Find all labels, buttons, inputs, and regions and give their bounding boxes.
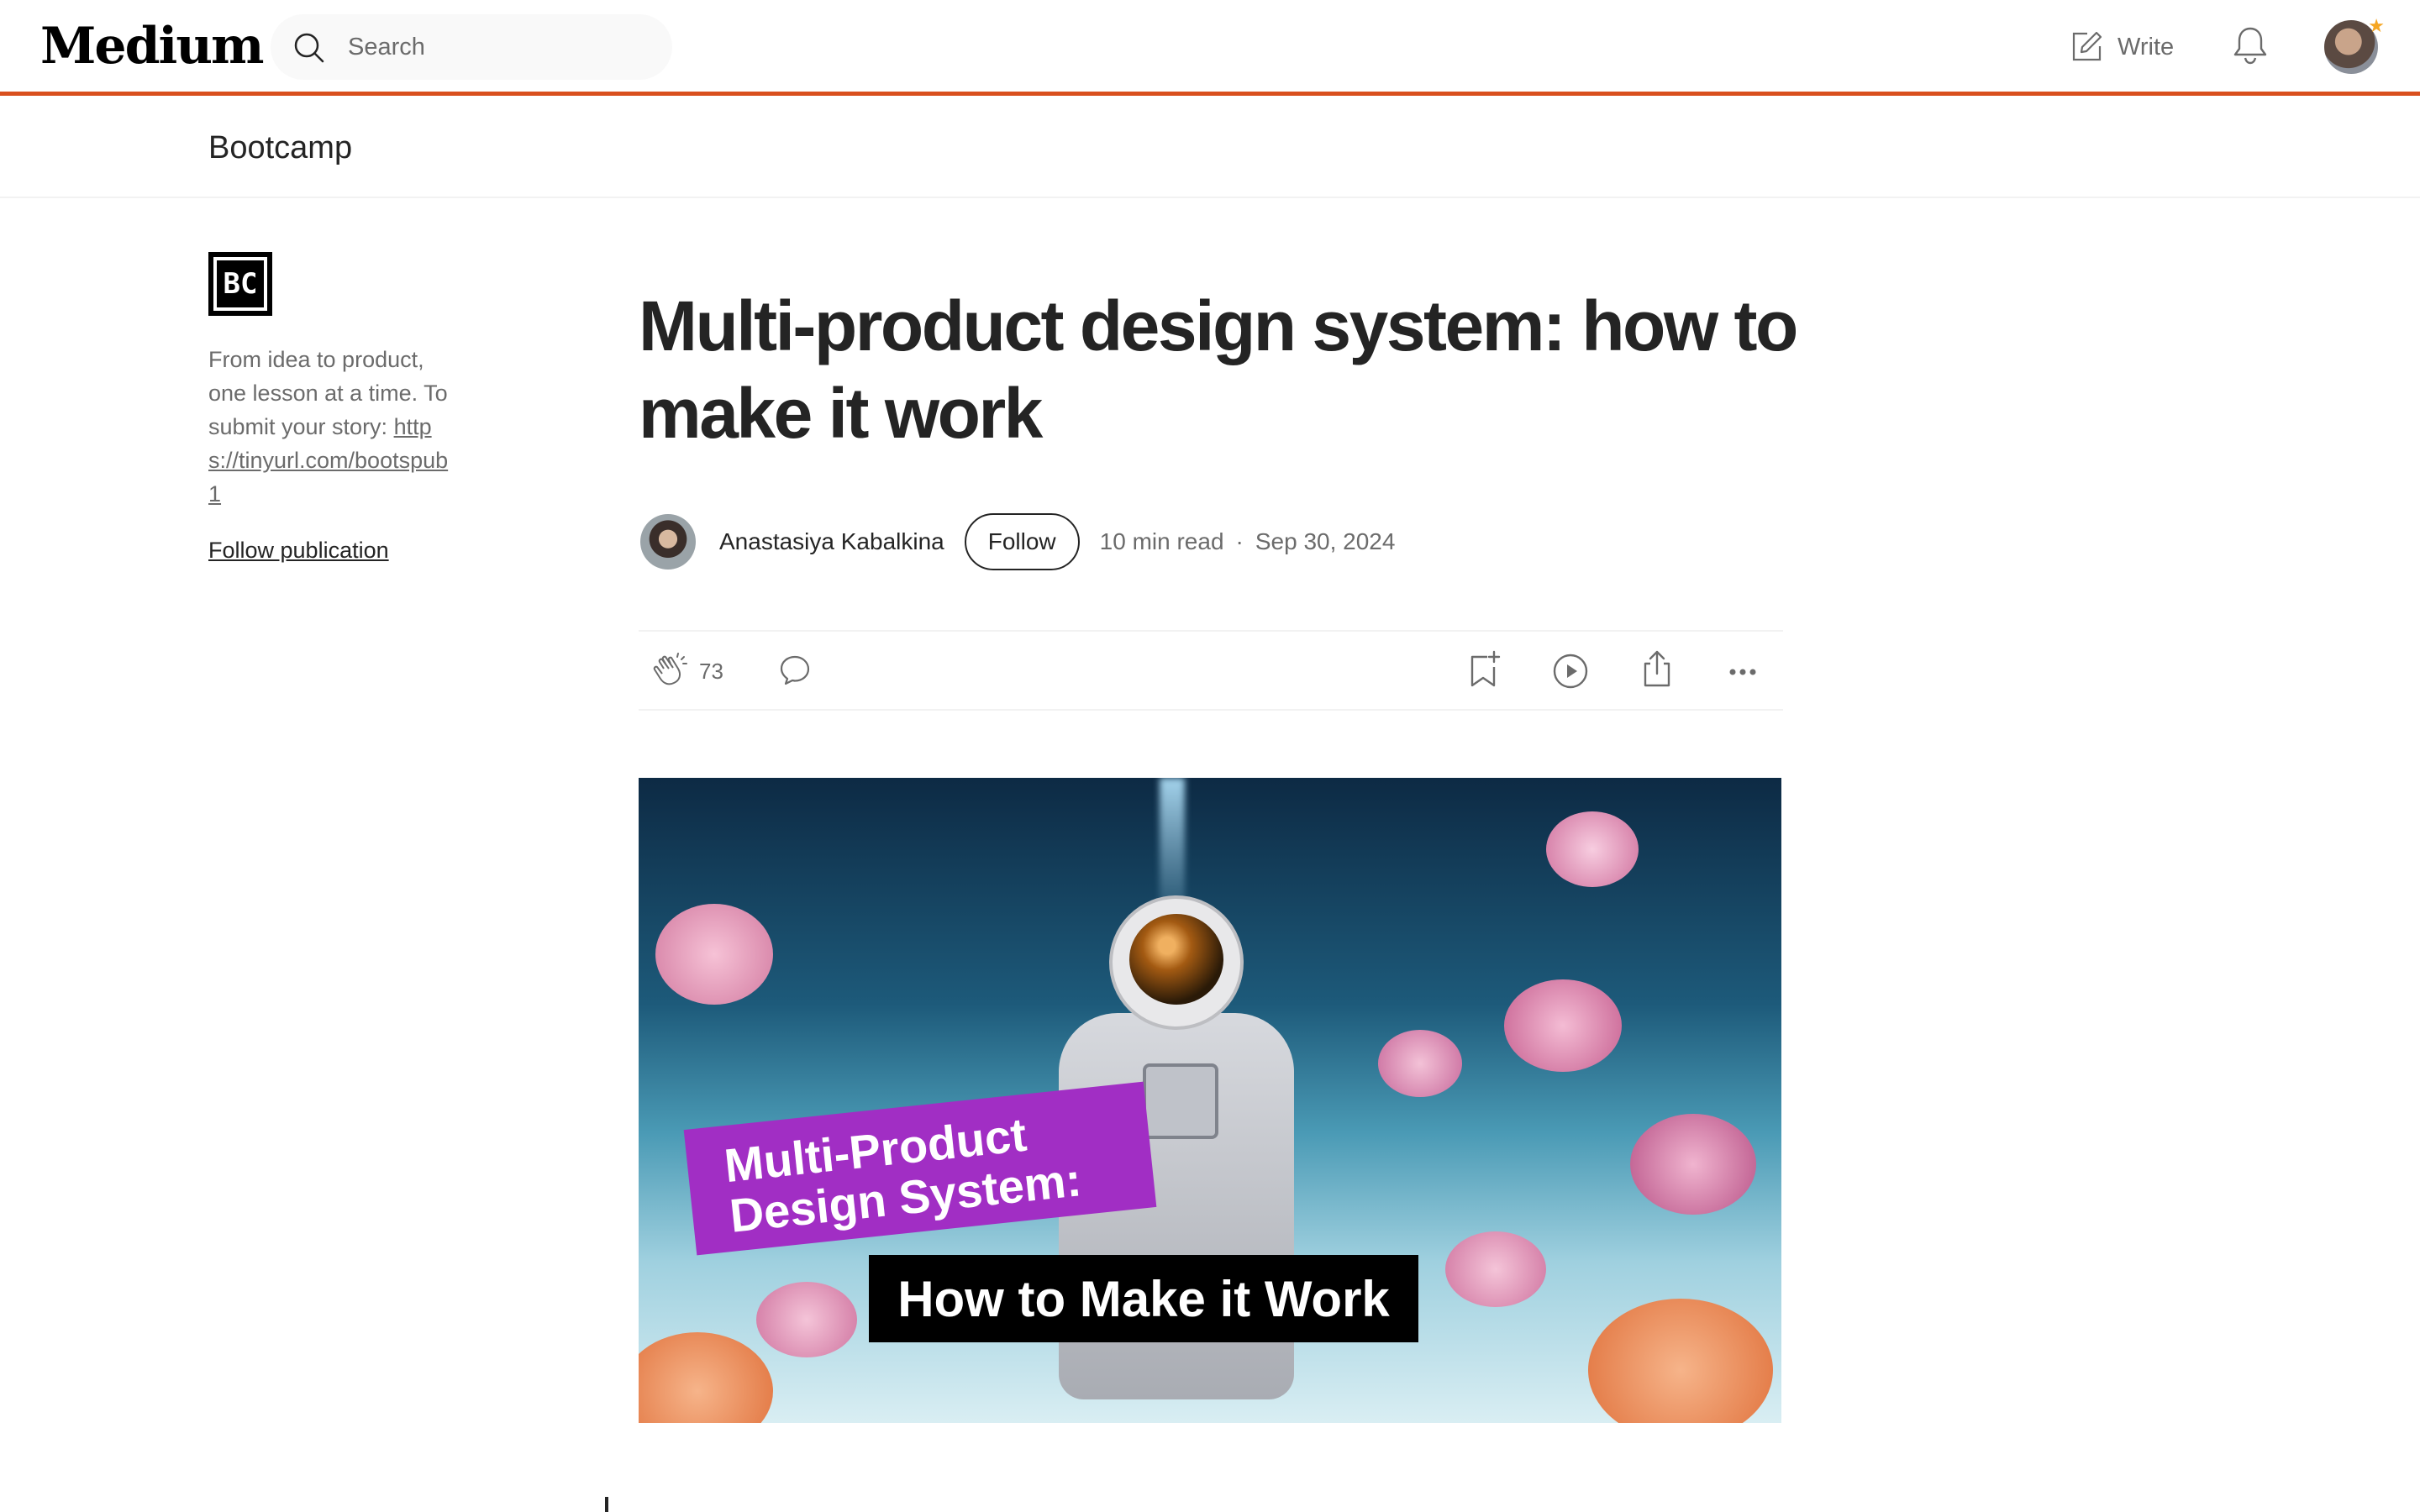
flower — [655, 904, 773, 1005]
write-label: Write — [2118, 33, 2175, 60]
clap-icon — [653, 653, 687, 685]
clap-count: 73 — [699, 658, 723, 684]
flower — [1378, 1030, 1462, 1097]
follow-publication-link[interactable]: Follow publication — [208, 538, 389, 564]
astronaut-chest-pack — [1143, 1063, 1218, 1139]
publication-name[interactable]: Bootcamp — [208, 130, 352, 166]
article-action-bar: 73 — [639, 630, 1783, 711]
clap-button[interactable]: 73 — [652, 652, 723, 690]
comment-button[interactable] — [778, 654, 812, 687]
bookmark-plus-icon — [1470, 650, 1501, 687]
write-button[interactable]: Write — [2069, 27, 2174, 67]
publish-date: Sep 30, 2024 — [1255, 528, 1396, 554]
publication-description: From idea to product, one lesson at a ti… — [208, 343, 460, 511]
medium-logo[interactable]: Medium — [40, 17, 264, 76]
search-icon — [294, 33, 324, 63]
notifications-button[interactable] — [2232, 25, 2269, 70]
write-icon — [2072, 31, 2102, 61]
flower — [1445, 1231, 1546, 1307]
more-button[interactable] — [1726, 655, 1760, 689]
listen-button[interactable] — [1551, 652, 1590, 690]
play-icon — [1553, 654, 1588, 689]
flower — [1546, 811, 1639, 887]
search-input[interactable] — [346, 14, 649, 80]
flower — [1630, 1114, 1756, 1215]
meta-separator: · — [1235, 528, 1244, 554]
article-meta: 10 min read · Sep 30, 2024 — [1100, 528, 1396, 555]
hero-image: Multi-Product Design System: How to Make… — [639, 778, 1781, 1423]
flower — [1504, 979, 1622, 1072]
more-icon — [1729, 669, 1756, 675]
membership-star-icon: ★ — [2368, 15, 2385, 36]
flower — [1588, 1299, 1773, 1423]
author-name[interactable]: Anastasiya Kabalkina — [719, 528, 944, 555]
follow-author-button[interactable]: Follow — [964, 513, 1080, 570]
astronaut-visor — [1129, 914, 1223, 1005]
share-icon — [1644, 650, 1670, 687]
flower — [756, 1282, 857, 1357]
comment-icon — [780, 655, 810, 685]
flower — [639, 1332, 773, 1423]
save-button[interactable] — [1465, 650, 1502, 689]
article-title: Multi-product design system: how to make… — [639, 286, 1798, 453]
read-time: 10 min read — [1099, 528, 1224, 554]
hero-subtitle-tag: How to Make it Work — [869, 1255, 1418, 1342]
user-avatar[interactable]: ★ — [2324, 15, 2385, 74]
text-caret — [605, 1497, 608, 1512]
search-box[interactable] — [271, 14, 672, 80]
author-row: Anastasiya Kabalkina Follow 10 min read ·… — [640, 512, 1395, 571]
bell-icon — [2233, 27, 2267, 65]
publication-header: Bootcamp — [0, 100, 2420, 198]
publication-logo-text: BC — [213, 257, 267, 311]
publication-logo[interactable]: BC — [208, 252, 272, 316]
share-button[interactable] — [1639, 648, 1676, 689]
author-avatar[interactable] — [640, 514, 696, 570]
top-navbar: Medium Write ★ — [0, 0, 2420, 96]
